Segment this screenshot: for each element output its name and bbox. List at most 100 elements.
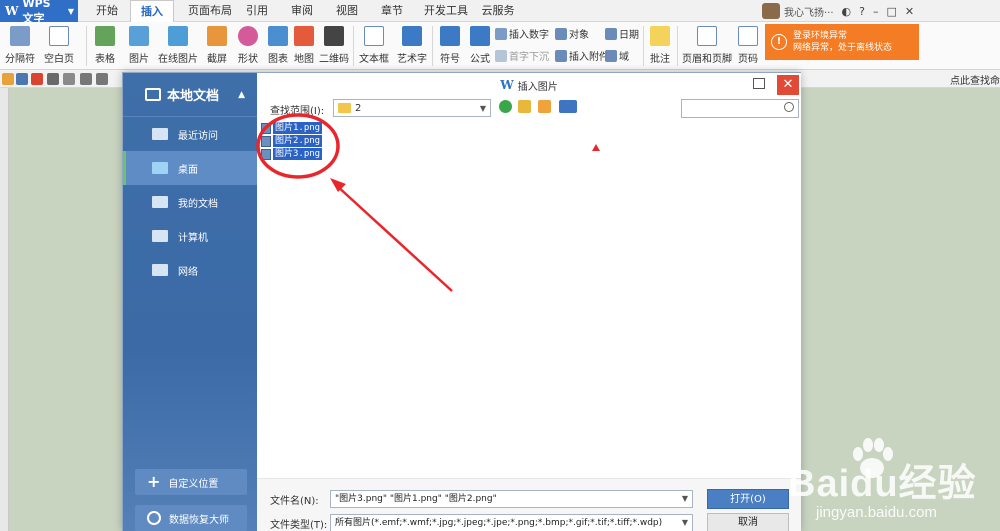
- sidebar-item-computer[interactable]: 计算机: [123, 219, 257, 253]
- sidebar-item-network[interactable]: 网络: [123, 253, 257, 287]
- list-item[interactable]: 图片2.png: [261, 135, 323, 147]
- shape-button[interactable]: 形状: [234, 24, 262, 65]
- tab-references[interactable]: 引用: [242, 0, 272, 22]
- search-input[interactable]: [681, 99, 799, 118]
- page-break-button[interactable]: 分隔符: [2, 24, 38, 65]
- print-icon[interactable]: [47, 73, 59, 85]
- new-folder-icon[interactable]: [538, 100, 551, 113]
- open-folder-icon[interactable]: [2, 73, 14, 85]
- avatar[interactable]: [762, 3, 780, 19]
- tab-cloud-service[interactable]: 云服务: [477, 0, 519, 22]
- formula-label: 公式: [470, 54, 490, 65]
- dialog-close-button[interactable]: ✕: [777, 75, 799, 95]
- image-file-icon: [261, 122, 271, 134]
- wordart-button[interactable]: 艺术字: [397, 24, 427, 65]
- notification-title: 登录环境异常: [793, 31, 848, 41]
- insert-number-button[interactable]: 插入数字: [495, 26, 549, 41]
- ribbon-divider: [86, 26, 87, 66]
- help-icon[interactable]: ?: [859, 5, 865, 18]
- field-button[interactable]: 域: [605, 48, 629, 63]
- qrcode-button[interactable]: 二维码: [318, 24, 350, 65]
- comment-button[interactable]: 批注: [647, 24, 673, 65]
- sidebar-item-desktop[interactable]: 桌面: [123, 151, 257, 185]
- lookin-value: 2: [355, 102, 362, 114]
- app-menu-button[interactable]: W WPS 文字 ▼: [0, 0, 78, 25]
- custom-location-button[interactable]: + 自定义位置: [135, 469, 247, 495]
- tab-page-layout[interactable]: 页面布局: [180, 0, 240, 22]
- sidebar-item-recent[interactable]: 最近访问: [123, 117, 257, 151]
- lookin-select[interactable]: 2 ▼: [333, 99, 491, 117]
- data-recovery-button[interactable]: 数据恢复大师: [135, 505, 247, 531]
- chart-button[interactable]: 图表: [265, 24, 291, 65]
- window-close-button[interactable]: ✕: [905, 5, 914, 18]
- filetype-value: 所有图片(*.emf;*.wmf;*.jpg;*.jpeg;*.jpe;*.pn…: [335, 518, 663, 528]
- user-name[interactable]: 我心飞扬···: [784, 4, 834, 19]
- folder-icon: [338, 103, 351, 113]
- textbox-icon: [364, 26, 384, 46]
- sidebar-item-my-documents[interactable]: 我的文档: [123, 185, 257, 219]
- list-item[interactable]: 图片1.png: [261, 122, 323, 134]
- table-button[interactable]: 表格: [91, 24, 119, 65]
- dropcap-label: 首字下沉: [509, 52, 549, 63]
- tab-developer[interactable]: 开发工具: [418, 0, 474, 22]
- sidebar-header[interactable]: 本地文档 ▲: [123, 73, 257, 117]
- user-area: 我心飞扬··· ◐ ? – □ ✕: [762, 0, 1000, 22]
- header-footer-button[interactable]: 页眉和页脚: [681, 24, 733, 65]
- dialog-main: W 插入图片 ✕ 查找范围(I): 2 ▼ 图片1.png 图片2.png 图片…: [257, 73, 801, 531]
- file-list: 图片1.png 图片2.png 图片3.png: [257, 120, 801, 480]
- dialog-sidebar: 本地文档 ▲ 最近访问 桌面 我的文档 计算机 网络 + 自定义位置 数据恢复大…: [123, 73, 257, 531]
- up-folder-icon[interactable]: [518, 100, 531, 113]
- textbox-button[interactable]: 文本框: [356, 24, 392, 65]
- back-icon[interactable]: [499, 100, 512, 113]
- symbol-label: 符号: [440, 54, 460, 65]
- shape-label: 形状: [238, 54, 258, 65]
- filename-field[interactable]: "图片3.png" "图片1.png" "图片2.png" ▼: [330, 490, 693, 508]
- sidebar-item-label: 最近访问: [178, 130, 218, 142]
- command-search[interactable]: 点此查找命: [950, 72, 1000, 87]
- filetype-select[interactable]: 所有图片(*.emf;*.wmf;*.jpg;*.jpeg;*.jpe;*.pn…: [330, 514, 693, 531]
- picture-button[interactable]: 图片: [124, 24, 154, 65]
- attachment-button[interactable]: 插入附件: [555, 48, 609, 63]
- view-menu-icon[interactable]: [559, 100, 577, 113]
- date-button[interactable]: 日期: [605, 26, 639, 41]
- pdf-icon[interactable]: [31, 73, 43, 85]
- omega-icon: [440, 26, 460, 46]
- image-file-icon: [261, 148, 271, 160]
- page-number-label: 页码: [738, 54, 758, 65]
- dialog-titlebar[interactable]: W 插入图片: [257, 73, 801, 97]
- maximize-button[interactable]: [753, 78, 765, 89]
- tab-view[interactable]: 视图: [332, 0, 362, 22]
- picture-icon: [129, 26, 149, 46]
- tab-home[interactable]: 开始: [88, 0, 126, 22]
- desktop-icon: [152, 162, 168, 174]
- tab-review[interactable]: 审阅: [287, 0, 317, 22]
- undo-icon[interactable]: [80, 73, 92, 85]
- blank-page-button[interactable]: 空白页: [42, 24, 76, 65]
- tab-insert[interactable]: 插入: [130, 0, 174, 22]
- page-number-button[interactable]: 页码: [735, 24, 761, 65]
- skin-icon[interactable]: ◐: [842, 5, 852, 18]
- filetype-label: 文件类型(T):: [270, 520, 328, 531]
- redo-icon[interactable]: [96, 73, 108, 85]
- dropcap-button[interactable]: 首字下沉: [495, 48, 549, 63]
- object-button[interactable]: 对象: [555, 26, 589, 41]
- attachment-label: 插入附件: [569, 52, 609, 63]
- minimize-button[interactable]: –: [873, 5, 879, 18]
- search-icon: [784, 102, 794, 112]
- vertical-ruler: [0, 88, 9, 531]
- symbol-button[interactable]: 符号: [436, 24, 464, 65]
- preview-icon[interactable]: [63, 73, 75, 85]
- formula-button[interactable]: 公式: [468, 24, 492, 65]
- restore-button[interactable]: □: [887, 5, 897, 18]
- map-button[interactable]: 地图: [292, 24, 316, 65]
- watermark-url: jingyan.baidu.com: [816, 504, 937, 521]
- screenshot-button[interactable]: 截屏: [202, 24, 232, 65]
- insert-number-label: 插入数字: [509, 30, 549, 41]
- save-icon[interactable]: [16, 73, 28, 85]
- field-label: 域: [619, 52, 629, 63]
- online-picture-button[interactable]: 在线图片: [157, 24, 199, 65]
- list-item[interactable]: 图片3.png: [261, 148, 323, 160]
- screenshot-icon: [207, 26, 227, 46]
- tab-chapter[interactable]: 章节: [377, 0, 407, 22]
- offline-notification[interactable]: ! 登录环境异常 网络异常，处于离线状态: [765, 24, 919, 60]
